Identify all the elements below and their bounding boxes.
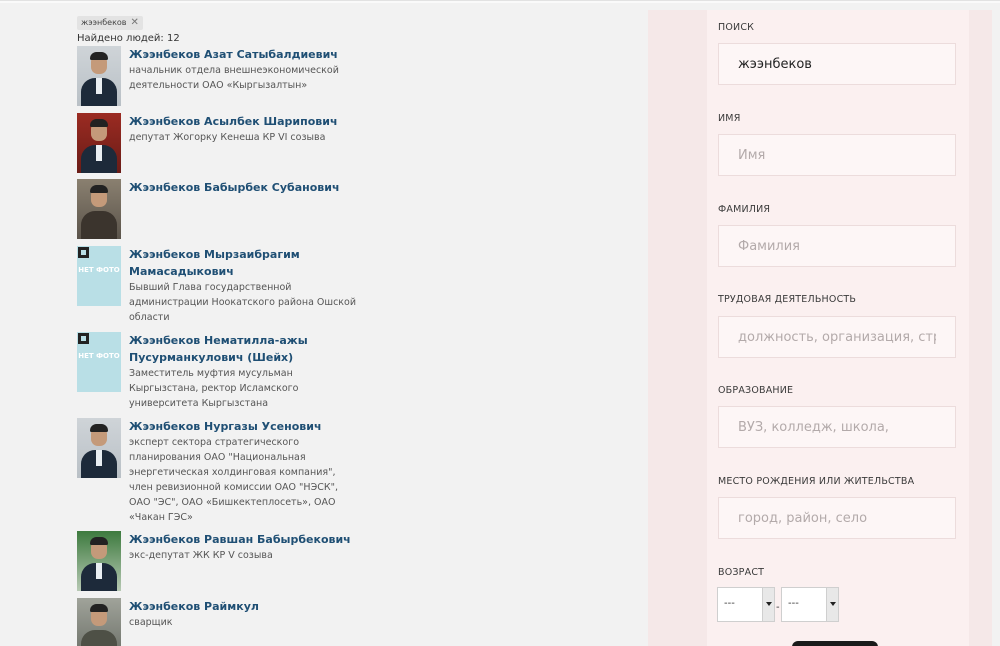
results-column: жээнбеков ✕ Найдено людей: 12 [77, 10, 367, 46]
person-name-link[interactable]: Жээнбеков Азат Сатыбалдиевич [129, 46, 361, 63]
age-separator: - [776, 602, 780, 613]
no-photo-placeholder[interactable]: НЕТ ФОТО [77, 332, 121, 392]
place-label: МЕСТО РОЖДЕНИЯ ИЛИ ЖИТЕЛЬСТВА [718, 476, 915, 487]
top-border [0, 0, 1000, 3]
person-name-link[interactable]: Жээнбеков Асылбек Шарипович [129, 113, 361, 130]
person-name-link[interactable]: Жээнбеков Бабырбек Субанович [129, 179, 361, 196]
person-item: Жээнбеков Азат Сатыбалдиевич начальник о… [77, 46, 367, 106]
remove-tag-icon[interactable]: ✕ [131, 17, 139, 28]
person-description: Заместитель муфтия мусульман Кыргызстана… [129, 368, 299, 409]
person-photo[interactable] [77, 179, 121, 239]
person-photo[interactable] [77, 46, 121, 106]
first-name-label: ИМЯ [718, 113, 741, 124]
last-name-label: ФАМИЛИЯ [718, 204, 771, 215]
person-item: Жээнбеков Бабырбек Субанович [77, 179, 367, 239]
age-to-value: --- [788, 598, 799, 609]
no-photo-icon [78, 247, 89, 258]
person-photo[interactable] [77, 598, 121, 646]
search-button[interactable] [792, 641, 878, 646]
person-name-link[interactable]: Жээнбеков Мырзаибрагим Мамасадыкович [129, 246, 361, 280]
person-description: депутат Жогорку Кенеша КР VI созыва [129, 132, 326, 143]
chevron-down-icon [762, 588, 774, 621]
person-description: эксперт сектора стратегического планиров… [129, 437, 338, 523]
person-photo[interactable] [77, 531, 121, 591]
education-field[interactable] [718, 406, 956, 448]
age-label: ВОЗРАСТ [718, 567, 765, 578]
no-photo-label: НЕТ ФОТО [78, 266, 120, 274]
person-description: экс-депутат ЖК КР V созыва [129, 550, 273, 561]
results-count: Найдено людей: 12 [77, 32, 180, 44]
person-description: сварщик [129, 617, 173, 628]
person-description: Бывший Глава государственной администрац… [129, 282, 357, 323]
no-photo-placeholder[interactable]: НЕТ ФОТО [77, 246, 121, 306]
person-photo[interactable] [77, 418, 121, 478]
no-photo-icon [78, 333, 89, 344]
person-item: НЕТ ФОТО Жээнбеков Мырзаибрагим Мамасады… [77, 246, 367, 325]
person-name-link[interactable]: Жээнбеков Раймкул [129, 598, 361, 615]
age-to-select[interactable]: --- [781, 587, 839, 622]
person-item: НЕТ ФОТО Жээнбеков Нематилла-ажы Пусурма… [77, 332, 367, 411]
chevron-down-icon [826, 588, 838, 621]
place-field[interactable] [718, 497, 956, 539]
person-item: Жээнбеков Асылбек Шарипович депутат Жого… [77, 113, 367, 173]
person-item: Жээнбеков Нургазы Усенович эксперт секто… [77, 418, 367, 525]
work-field[interactable] [718, 316, 956, 358]
person-item: Жээнбеков Равшан Бабырбекович экс-депута… [77, 531, 367, 591]
person-photo[interactable] [77, 113, 121, 173]
age-from-select[interactable]: --- [717, 587, 775, 622]
search-panel: ПОИСК ИМЯ ФАМИЛИЯ ТРУДОВАЯ ДЕЯТЕЛЬНОСТЬ … [648, 10, 992, 646]
person-name-link[interactable]: Жээнбеков Нематилла-ажы Пусурманкулович … [129, 332, 361, 366]
search-label: ПОИСК [718, 22, 755, 33]
first-name-field[interactable] [718, 134, 956, 176]
filter-tag-label: жээнбеков [81, 18, 127, 27]
age-from-value: --- [724, 598, 735, 609]
education-label: ОБРАЗОВАНИЕ [718, 385, 794, 396]
work-label: ТРУДОВАЯ ДЕЯТЕЛЬНОСТЬ [718, 294, 857, 305]
person-item: Жээнбеков Раймкул сварщик [77, 598, 367, 646]
last-name-field[interactable] [718, 225, 956, 267]
person-name-link[interactable]: Жээнбеков Нургазы Усенович [129, 418, 361, 435]
filter-tag: жээнбеков ✕ [77, 15, 143, 30]
person-name-link[interactable]: Жээнбеков Равшан Бабырбекович [129, 531, 361, 548]
person-description: начальник отдела внешнеэкономической дея… [129, 65, 339, 91]
search-input[interactable] [718, 43, 956, 85]
no-photo-label: НЕТ ФОТО [78, 352, 120, 360]
